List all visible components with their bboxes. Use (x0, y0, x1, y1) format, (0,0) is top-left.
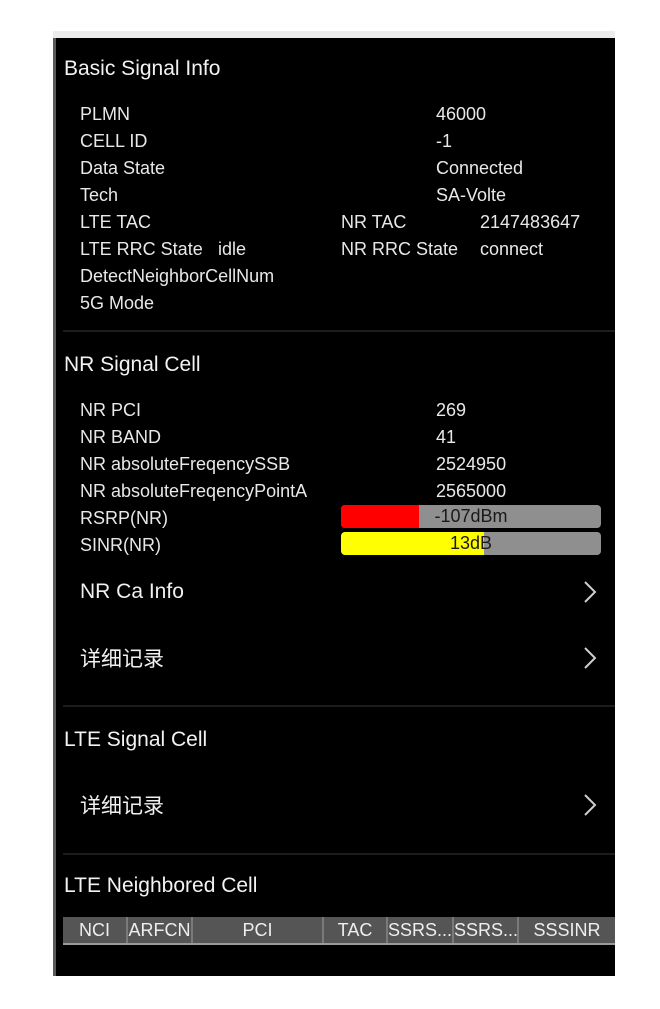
column-header-arfcn[interactable]: ARFCN (128, 917, 193, 943)
column-header-sssinr[interactable]: SSSINR (519, 917, 615, 943)
nr-tac-label: NR TAC (341, 212, 407, 232)
nr-pointa-value: 2565000 (436, 481, 507, 501)
section-divider (63, 853, 615, 855)
lte-rrc-label: LTE RRC State (80, 239, 203, 259)
nr-pci-label: NR PCI (80, 400, 142, 420)
nr-detail-record-label: 详细记录 (80, 648, 164, 671)
rsrp-value: -107dBm (434, 506, 508, 526)
chevron-right-icon (584, 647, 597, 669)
lte-tac-label: LTE TAC (80, 212, 152, 232)
cell-id-label: CELL ID (80, 131, 148, 151)
nr-pointa-label: NR absoluteFreqencyPointA (80, 481, 308, 501)
lte-rrc-value: idle (218, 239, 247, 259)
chevron-right-icon (584, 581, 597, 603)
sinr-bar: 13dB (341, 532, 601, 555)
column-header-pci[interactable]: PCI (193, 917, 324, 943)
nr-pci-value: 269 (436, 400, 467, 420)
plmn-label: PLMN (80, 104, 131, 124)
5g-mode-label: 5G Mode (80, 293, 155, 313)
tech-label: Tech (80, 185, 119, 205)
neighbor-table-header: NCI ARFCN PCI TAC SSRS... SSRS... SSSINR (63, 917, 615, 945)
chevron-right-icon (584, 794, 597, 816)
section-title-lte: LTE Signal Cell (64, 728, 208, 751)
section-title-nr: NR Signal Cell (64, 353, 201, 376)
status-strip (53, 31, 615, 38)
nr-detail-record-item[interactable]: 详细记录 (56, 634, 615, 682)
nr-ssb-value: 2524950 (436, 454, 507, 474)
cell-id-value: -1 (436, 131, 453, 151)
nr-band-value: 41 (436, 427, 457, 447)
detect-neighbor-label: DetectNeighborCellNum (80, 266, 275, 286)
nr-rrc-label: NR RRC State (341, 239, 459, 259)
nr-rrc-value: connect (480, 239, 544, 259)
column-header-ssrsrp[interactable]: SSRS... (388, 917, 454, 943)
nr-tac-value: 2147483647 (480, 212, 581, 232)
section-title-basic: Basic Signal Info (64, 57, 221, 80)
column-header-nci[interactable]: NCI (63, 917, 128, 943)
section-divider (63, 705, 615, 707)
nr-band-label: NR BAND (80, 427, 162, 447)
nr-ssb-label: NR absoluteFreqencySSB (80, 454, 291, 474)
column-header-ssrsrq[interactable]: SSRS... (454, 917, 519, 943)
nr-ca-info-label: NR Ca Info (80, 580, 184, 603)
column-header-tac[interactable]: TAC (324, 917, 388, 943)
plmn-value: 46000 (436, 104, 487, 124)
signal-info-panel: Basic Signal Info PLMN 46000 CELL ID -1 … (53, 38, 615, 976)
data-state-value: Connected (436, 158, 524, 178)
nr-ca-info-item[interactable]: NR Ca Info (56, 568, 615, 616)
section-divider (63, 330, 615, 332)
sinr-label: SINR(NR) (80, 535, 161, 555)
lte-detail-record-label: 详细记录 (80, 795, 164, 818)
rsrp-bar: -107dBm (341, 505, 601, 528)
data-state-label: Data State (80, 158, 166, 178)
section-title-neighbor: LTE Neighbored Cell (64, 874, 258, 897)
sinr-value: 13dB (449, 533, 493, 553)
rsrp-label: RSRP(NR) (80, 508, 168, 528)
lte-detail-record-item[interactable]: 详细记录 (56, 781, 615, 829)
tech-value: SA-Volte (436, 185, 507, 205)
